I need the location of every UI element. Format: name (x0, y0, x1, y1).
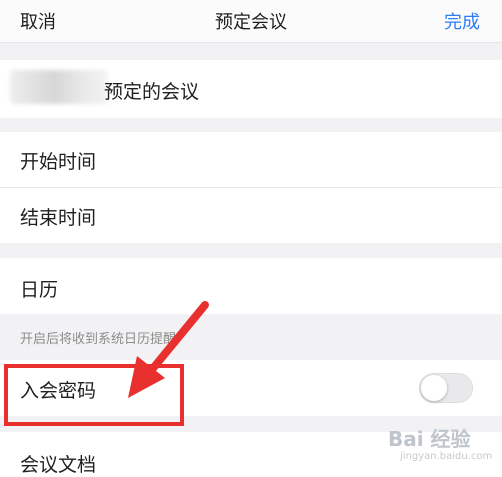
end-time-label: 结束时间 (20, 207, 97, 229)
calendar-hint: 开启后将收到系统日历提醒 (20, 332, 177, 347)
meeting-password-toggle[interactable] (419, 373, 473, 403)
toggle-knob (421, 375, 447, 401)
baidu-jingyan-watermark: Bai 经验 jingyan.baidu.com (388, 423, 498, 467)
watermark-url: jingyan.baidu.com (400, 451, 493, 462)
blurred-username (10, 70, 108, 104)
calendar-label: 日历 (20, 279, 59, 301)
page-title: 预定会议 (215, 12, 287, 33)
start-time-label: 开始时间 (20, 151, 97, 173)
meeting-name-label: 预定的会议 (104, 81, 200, 103)
end-time-row[interactable]: 结束时间 (0, 188, 502, 243)
calendar-row[interactable]: 日历 (0, 258, 502, 314)
highlight-box (4, 364, 184, 426)
done-button[interactable]: 完成 (444, 8, 480, 34)
meeting-name-field[interactable]: 预定的会议 (0, 60, 502, 118)
watermark-logo: Bai 经验 (388, 427, 471, 451)
start-time-row[interactable]: 开始时间 (0, 132, 502, 187)
navigation-bar: 取消 预定会议 完成 (0, 0, 502, 43)
meeting-docs-label: 会议文档 (20, 454, 97, 476)
